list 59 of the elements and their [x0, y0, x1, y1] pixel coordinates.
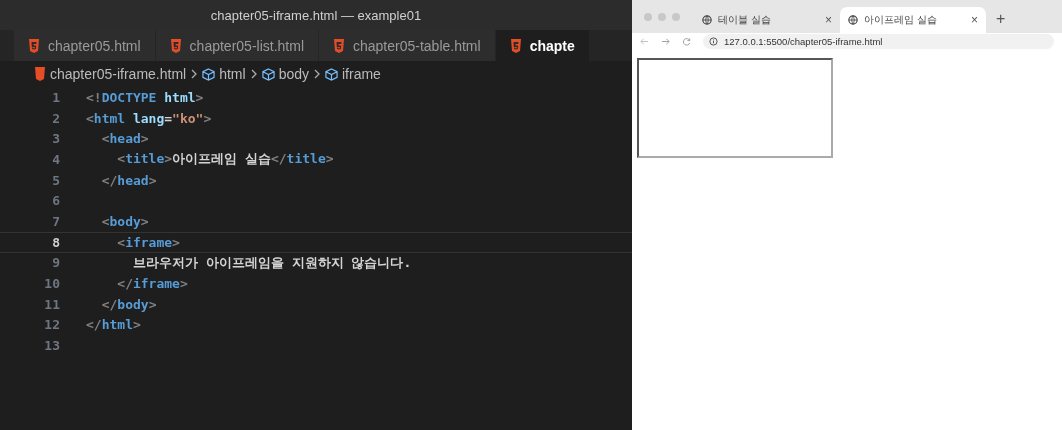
info-icon: [709, 36, 718, 46]
chevron-icon: [250, 69, 257, 79]
line-number: 12: [43, 317, 61, 333]
breadcrumb-item[interactable]: html: [202, 66, 246, 82]
code-line: <iframe>: [116, 234, 180, 250]
html5-icon: [333, 38, 345, 53]
editor-tab[interactable]: chapte: [495, 30, 589, 61]
tab-title: 테이블 실습: [718, 13, 772, 27]
globe-icon: [848, 15, 858, 25]
window-controls-icon: [644, 13, 680, 21]
line-number: 2: [51, 110, 61, 126]
code-line: <title>아이프레임 실습</title>: [116, 150, 334, 169]
line-number: 4: [51, 151, 61, 167]
editor-tab[interactable]: chapter05-table.html: [319, 30, 495, 61]
line-number: 13: [43, 338, 61, 354]
close-button[interactable]: ×: [825, 13, 832, 27]
close-button[interactable]: ×: [971, 13, 978, 27]
line-number: 10: [43, 276, 61, 292]
line-number: 9: [51, 255, 61, 271]
address-bar[interactable]: 127.0.0.1:5500/chapter05-iframe.html: [703, 33, 1054, 49]
window-title: chapter05-iframe.html — example01: [210, 7, 422, 23]
code-line: <body>: [100, 213, 149, 229]
line-number: 5: [51, 172, 61, 188]
html5-icon: [169, 38, 182, 53]
chevron-icon: [314, 69, 320, 79]
line-number: 7: [51, 213, 61, 229]
code-line: 브라우저가 아이프레임을 지원하지 않습니다.: [131, 253, 412, 272]
reload-icon: [682, 36, 691, 46]
back-icon: [640, 36, 649, 46]
line-number: 8: [51, 234, 61, 250]
html5-icon: [34, 67, 46, 81]
cube-icon: [325, 67, 338, 81]
browser-tab[interactable]: 테이블 실습 ×: [694, 7, 840, 33]
code-line: </html>: [86, 317, 141, 333]
html5-icon: [509, 38, 522, 53]
code-line: <!DOCTYPE html>: [86, 89, 204, 105]
forward-icon: [661, 36, 670, 46]
html5-icon: [28, 38, 40, 53]
chevron-icon: [191, 69, 198, 79]
code-line: <html lang="ko">: [86, 110, 212, 126]
line-number: 11: [43, 296, 61, 312]
code-line: </body>: [100, 296, 157, 312]
code-line: <head>: [100, 131, 149, 147]
editor-tab[interactable]: chapter05-list.html: [155, 30, 318, 61]
breadcrumb-item[interactable]: iframe: [325, 66, 381, 82]
browser-tab[interactable]: 아이프레임 실습 ×: [840, 7, 986, 33]
code-line: </head>: [100, 172, 157, 188]
globe-icon: [702, 15, 712, 25]
cube-icon: [261, 67, 275, 81]
line-number: 6: [51, 193, 61, 209]
new-tab-button[interactable]: +: [996, 10, 1006, 28]
line-number: 1: [51, 89, 61, 105]
tab-title: 아이프레임 실습: [864, 13, 938, 27]
editor-tab[interactable]: chapter05.html: [14, 30, 155, 61]
line-number: 3: [51, 131, 61, 147]
breadcrumb-item[interactable]: chapter05-iframe.html: [34, 66, 187, 82]
breadcrumb-item[interactable]: body: [261, 66, 309, 82]
cube-icon: [202, 67, 216, 81]
code-line: </iframe>: [116, 276, 188, 292]
